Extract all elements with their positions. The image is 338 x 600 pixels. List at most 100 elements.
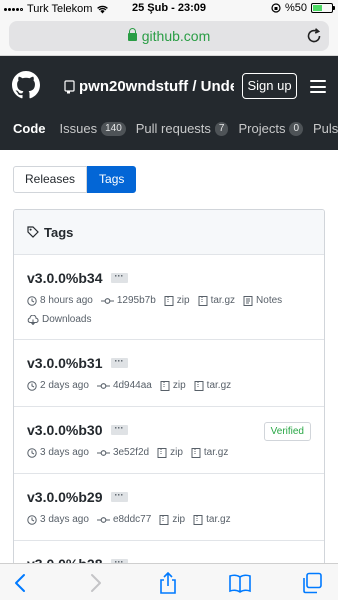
tag-zip-link-text: zip (170, 447, 183, 458)
reload-icon[interactable] (305, 27, 323, 45)
forward-icon[interactable] (84, 572, 106, 594)
archive-icon (191, 447, 201, 458)
tag-targz-link-text: tar.gz (206, 380, 232, 391)
tag-time-text: 3 days ago (40, 447, 89, 458)
tab-puls[interactable]: Puls (313, 121, 338, 136)
archive-icon (194, 380, 204, 391)
tag-targz-link[interactable]: tar.gz (194, 380, 231, 391)
tags-box-header: Tags (14, 210, 324, 255)
commit-icon (96, 448, 110, 458)
tag-title-line: v3.0.0%b31 ··· (27, 355, 311, 371)
orientation-lock-icon (271, 3, 281, 13)
releases-button[interactable]: Releases (13, 166, 88, 193)
tags-box: Tags v3.0.0%b34 ··· 8 hours ago 1295b7b zip t… (13, 209, 325, 600)
tag-icon (27, 226, 39, 238)
address-bar[interactable]: github.com (9, 21, 329, 51)
tab-projects[interactable]: Projects 0 (238, 121, 304, 136)
clock-icon (27, 447, 37, 458)
tag-time: 8 hours ago (27, 295, 93, 306)
commit-icon (100, 296, 114, 306)
tag-commit-text: e8ddc77 (112, 514, 152, 525)
browser-toolbar (0, 563, 338, 600)
tag-name-link[interactable]: v3.0.0%b31 (27, 355, 103, 371)
tag-zip-link[interactable]: zip (164, 295, 190, 306)
tag-commit-text: 4d944aa (112, 380, 152, 391)
tag-name-link[interactable]: v3.0.0%b34 (27, 270, 103, 286)
tag-downloads-link[interactable]: Downloads (27, 314, 91, 325)
tag-expand-button[interactable]: ··· (110, 357, 128, 368)
notes-icon (243, 295, 253, 306)
tag-name-link[interactable]: v3.0.0%b30 (27, 422, 103, 438)
tag-zip-link[interactable]: zip (157, 447, 183, 458)
share-icon[interactable] (157, 572, 179, 594)
verified-badge[interactable]: Verified (263, 422, 311, 441)
tag-zip-link-text: zip (172, 514, 186, 525)
tag-row: v3.0.0%b31 ··· 2 days ago 4d944aa zip tar.gz (14, 340, 324, 407)
tag-commit: 4d944aa (96, 380, 152, 391)
tag-title-line: v3.0.0%b29 ··· (27, 489, 311, 505)
url-text: github.com (141, 28, 211, 44)
tag-expand-button[interactable]: ··· (110, 491, 128, 502)
tag-zip-link[interactable]: zip (160, 380, 186, 391)
tag-zip-link-text: zip (176, 295, 190, 306)
tag-targz-link-text: tar.gz (206, 514, 231, 525)
repo-name: pwn20wndstuff / Unde... (79, 78, 234, 95)
tab-label: Code (13, 121, 46, 136)
tag-time-text: 8 hours ago (40, 295, 93, 306)
tag-targz-link-text: tar.gz (203, 447, 229, 458)
tab-issues[interactable]: Issues 140 (60, 121, 126, 136)
tag-name-link[interactable]: v3.0.0%b29 (27, 489, 103, 505)
tags-button[interactable]: Tags (87, 166, 137, 193)
battery-icon (311, 3, 335, 13)
tag-row: v3.0.0%b29 ··· 3 days ago e8ddc77 zip tar.gz (14, 474, 324, 541)
tag-downloads-link-text: Downloads (42, 314, 92, 325)
tag-row: v3.0.0%b34 ··· 8 hours ago 1295b7b zip tar.gz… (14, 255, 324, 340)
tag-expand-button[interactable]: ··· (110, 424, 128, 435)
repo-title[interactable]: pwn20wndstuff / Unde... (64, 78, 234, 95)
zip-icon (159, 514, 169, 525)
tab-pull-requests[interactable]: Pull requests 7 (136, 121, 229, 136)
tag-zip-link[interactable]: zip (159, 514, 185, 525)
menu-icon[interactable] (310, 80, 326, 93)
tag-commit-text: 1295b7b (116, 295, 156, 306)
tag-targz-link-text: tar.gz (210, 295, 236, 306)
battery-group: %50 (271, 2, 335, 14)
tag-list: v3.0.0%b34 ··· 8 hours ago 1295b7b zip tar.gz… (14, 255, 324, 600)
zip-icon (164, 295, 174, 306)
tag-targz-link[interactable]: tar.gz (193, 514, 231, 525)
tab-label: Issues (59, 121, 98, 136)
tag-commit: 1295b7b (100, 295, 156, 306)
tag-time-text: 2 days ago (40, 380, 89, 391)
repo-icon (64, 79, 75, 93)
tag-commit-text: 3e52f2d (112, 447, 150, 458)
tag-time: 3 days ago (27, 447, 89, 458)
tag-commit: 3e52f2d (96, 447, 150, 458)
tab-code[interactable]: Code (13, 121, 46, 136)
browser-chrome: github.com (0, 18, 338, 56)
tag-targz-link[interactable]: tar.gz (198, 295, 235, 306)
sign-up-button[interactable]: Sign up (242, 73, 297, 99)
back-icon[interactable] (10, 572, 32, 594)
tab-counter: 7 (214, 121, 229, 136)
archive-icon (198, 295, 208, 306)
tabs-icon[interactable] (301, 572, 323, 594)
tab-counter: 140 (101, 121, 126, 136)
github-logo-icon[interactable] (12, 71, 40, 99)
clock-icon (27, 380, 37, 391)
cloud-download-icon (27, 314, 39, 325)
tab-label: Pull requests (135, 121, 211, 136)
tag-expand-button[interactable]: ··· (110, 272, 128, 283)
tag-notes-link[interactable]: Notes (243, 295, 282, 306)
tag-zip-link-text: zip (172, 380, 186, 391)
tag-meta: 3 days ago 3e52f2d zip tar.gz (27, 447, 311, 458)
tag-row: v3.0.0%b30 ··· Verified 3 days ago 3e52f2d zi… (14, 407, 324, 474)
clock-icon (27, 514, 37, 525)
tag-commit: e8ddc77 (96, 514, 152, 525)
tab-label: Puls (313, 121, 338, 136)
url-display[interactable]: github.com (9, 28, 329, 44)
archive-icon (193, 514, 203, 525)
tag-targz-link[interactable]: tar.gz (191, 447, 228, 458)
bookmarks-icon[interactable] (229, 572, 251, 594)
tag-meta: 2 days ago 4d944aa zip tar.gz (27, 380, 311, 391)
tag-notes-link-text: Notes (256, 295, 283, 306)
